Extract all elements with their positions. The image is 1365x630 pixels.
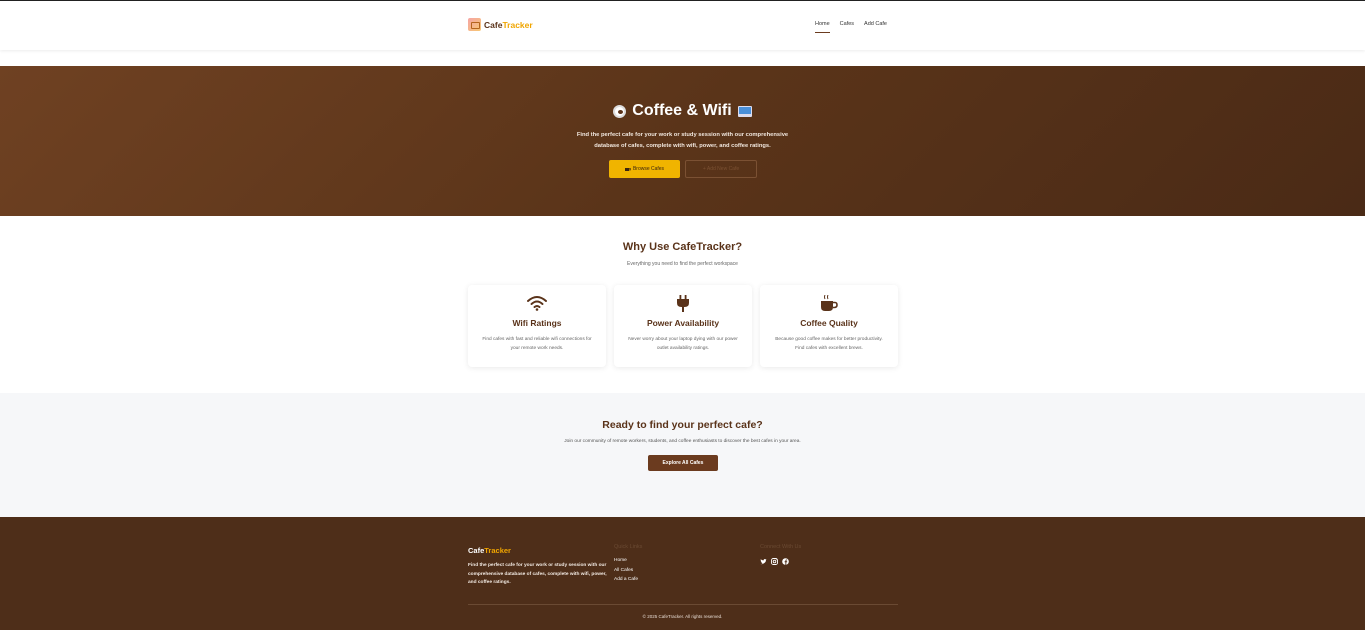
social-links — [760, 558, 789, 565]
feature-card-power: Power Availability Never worry about you… — [614, 285, 752, 367]
hero-subtitle-line2: database of cafes, complete with wifi, p… — [594, 143, 771, 149]
laptop-icon — [737, 105, 752, 117]
cta-section: Ready to find your perfect cafe? Join ou… — [0, 393, 1365, 517]
nav-cafes-link[interactable]: Cafes — [840, 21, 854, 33]
nav-add-cafe-link[interactable]: Add Cafe — [864, 21, 887, 33]
plug-icon — [614, 295, 752, 312]
navbar: Cafe Tracker Home Cafes Add Cafe — [0, 1, 1365, 50]
feature-text: Never worry about your laptop dying with… — [628, 337, 738, 351]
explore-all-cafes-button[interactable]: Explore All Cafes — [648, 455, 718, 471]
footer-brand-second: Tracker — [484, 546, 511, 555]
copyright: © 2025 CafeTracker. All rights reserved. — [642, 614, 723, 619]
footer-link-add-cafe[interactable]: Add a Cafe — [614, 577, 638, 582]
cta-title: Ready to find your perfect cafe? — [602, 419, 763, 431]
coffee-icon — [624, 167, 631, 171]
footer-divider — [468, 604, 898, 605]
coffee-cup-icon — [613, 104, 627, 118]
feature-text: Find cafes with fast and reliable wifi c… — [482, 337, 592, 351]
feature-title: Power Availability — [646, 318, 720, 328]
feature-text: Because good coffee makes for better pro… — [775, 337, 883, 351]
feature-card-wifi: Wifi Ratings Find cafes with fast and re… — [468, 285, 606, 367]
hero-section: Coffee & Wifi Find the perfect cafe for … — [0, 66, 1365, 216]
brand-name-second: Tracker — [502, 19, 533, 30]
connect-title: Connect With Us — [760, 544, 802, 550]
nav-links: Home Cafes Add Cafe — [815, 21, 887, 33]
instagram-icon[interactable] — [771, 558, 778, 565]
feature-title: Wifi Ratings — [512, 318, 562, 328]
hero-buttons: Browse Cafes + Add New Cafe — [609, 160, 757, 178]
features-title: Why Use CafeTracker? — [622, 241, 743, 253]
cafe-logo-icon — [468, 18, 481, 31]
features-subtitle: Everything you need to find the perfect … — [627, 261, 738, 267]
twitter-icon[interactable] — [760, 558, 767, 565]
coffee-icon — [760, 295, 898, 311]
hero-subtitle: Find the perfect cafe for your work or s… — [0, 130, 1365, 152]
quick-links: Home All Cafes Add a Cafe — [614, 558, 638, 582]
footer-link-all-cafes[interactable]: All Cafes — [614, 568, 638, 573]
hero-subtitle-line1: Find the perfect cafe for your work or s… — [576, 132, 789, 138]
feature-cards: Wifi Ratings Find cafes with fast and re… — [468, 285, 898, 367]
hero-title: Coffee & Wifi — [0, 102, 1365, 120]
browse-cafes-label: Browse Cafes — [632, 166, 665, 172]
feature-card-coffee: Coffee Quality Because good coffee makes… — [760, 285, 898, 367]
add-new-cafe-label: + Add New Cafe — [702, 166, 740, 172]
brand-name-first: Cafe — [484, 19, 503, 30]
footer-brand: CafeTracker — [468, 546, 511, 555]
explore-all-cafes-label: Explore All Cafes — [662, 460, 704, 466]
wifi-icon — [468, 295, 606, 311]
footer-brand-first: Cafe — [468, 546, 485, 555]
footer-link-home[interactable]: Home — [614, 558, 638, 563]
quick-links-title: Quick Links — [614, 544, 643, 550]
footer-description: Find the perfect cafe for your work or s… — [468, 563, 607, 585]
cta-subtitle: Join our community of remote workers, st… — [564, 439, 801, 444]
feature-title: Coffee Quality — [800, 318, 858, 328]
browse-cafes-button[interactable]: Browse Cafes — [609, 160, 680, 178]
add-new-cafe-button[interactable]: + Add New Cafe — [685, 160, 757, 178]
hero-title-text: Coffee & Wifi — [632, 102, 732, 119]
features-section: Why Use CafeTracker? Everything you need… — [0, 216, 1365, 393]
facebook-icon[interactable] — [782, 558, 789, 565]
footer: CafeTracker Find the perfect cafe for yo… — [0, 517, 1365, 630]
brand-logo-link[interactable]: Cafe Tracker — [468, 18, 533, 31]
nav-home-link[interactable]: Home — [815, 21, 830, 33]
